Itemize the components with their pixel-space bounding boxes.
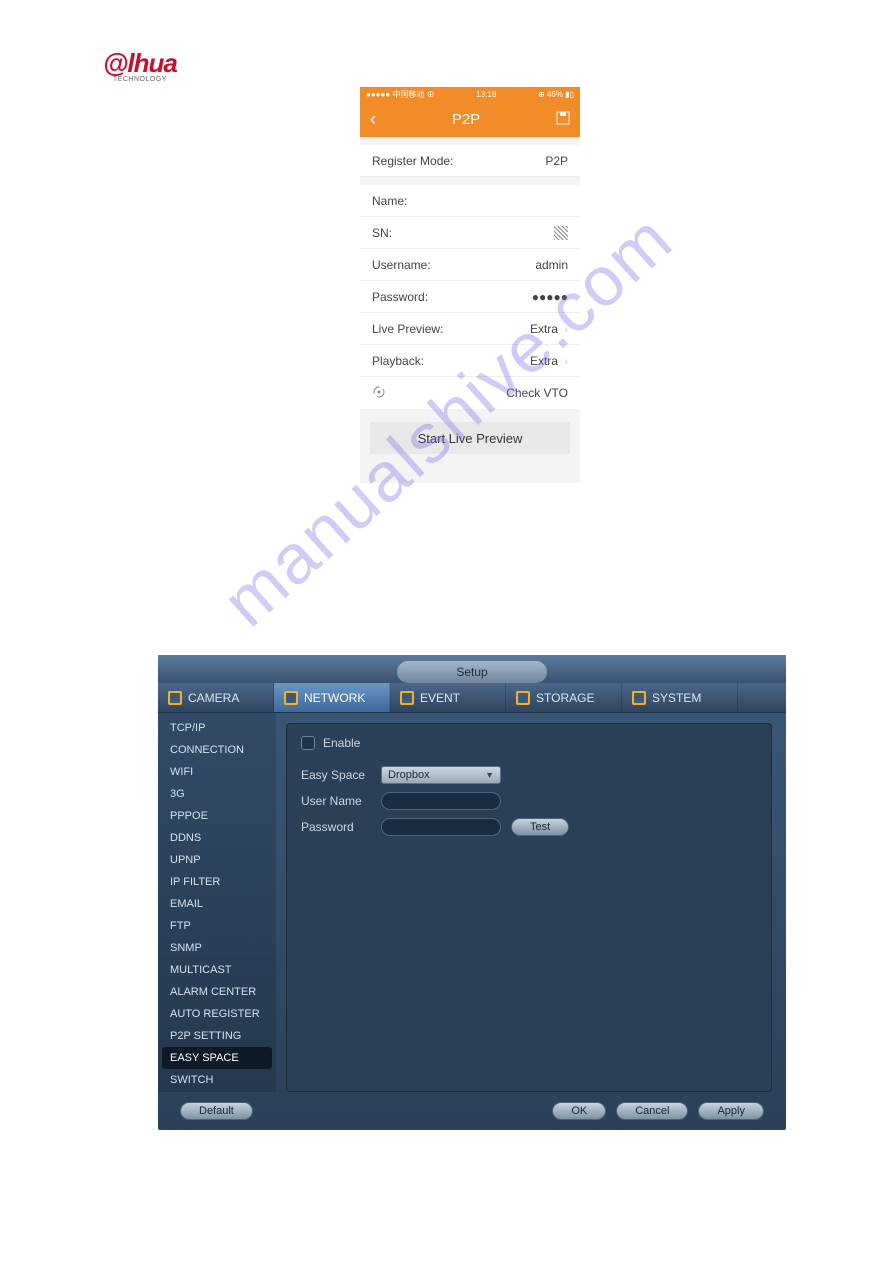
back-icon[interactable]: ‹: [370, 109, 376, 130]
sidebar-item-3g[interactable]: 3G: [158, 783, 276, 805]
nav-storage[interactable]: STORAGE: [506, 683, 622, 712]
nav-network-label: NETWORK: [304, 691, 365, 705]
chevron-right-icon: ›: [564, 324, 568, 336]
password-web-label: Password: [301, 820, 371, 834]
brand-logo-sub: TECHNOLOGY: [113, 76, 167, 83]
web-ui-screenshot: Setup CAMERA NETWORK EVENT STORAGE SYSTE…: [158, 655, 786, 1130]
sidebar-item-autoregister[interactable]: AUTO REGISTER: [158, 1003, 276, 1025]
apply-button[interactable]: Apply: [698, 1102, 764, 1120]
sidebar-item-email[interactable]: EMAIL: [158, 893, 276, 915]
check-vto-value: Check VTO: [506, 386, 568, 400]
chevron-down-icon: ▼: [485, 770, 494, 780]
tab-setup[interactable]: Setup: [397, 661, 547, 683]
start-live-preview-button[interactable]: Start Live Preview: [370, 422, 570, 454]
test-button[interactable]: Test: [511, 818, 569, 836]
nav-camera-label: CAMERA: [188, 691, 239, 705]
nav-camera[interactable]: CAMERA: [158, 683, 274, 712]
ok-button[interactable]: OK: [552, 1102, 606, 1120]
sidebar-item-upnp[interactable]: UPNP: [158, 849, 276, 871]
row-password[interactable]: Password: ●●●●●: [360, 281, 580, 313]
easy-space-value: Dropbox: [388, 769, 430, 781]
footer-buttons: Default OK Cancel Apply: [158, 1092, 786, 1130]
nav-system[interactable]: SYSTEM: [622, 683, 738, 712]
camera-icon: [168, 691, 182, 705]
live-preview-value: Extra: [530, 322, 558, 336]
sidebar-item-multicast[interactable]: MULTICAST: [158, 959, 276, 981]
row-check-vto[interactable]: Check VTO: [360, 377, 580, 409]
password-value: ●●●●●: [532, 290, 568, 304]
live-preview-label: Live Preview:: [372, 322, 443, 336]
sidebar-item-alarmcenter[interactable]: ALARM CENTER: [158, 981, 276, 1003]
sidebar-item-ftp[interactable]: FTP: [158, 915, 276, 937]
brand-logo-at: @: [103, 48, 127, 78]
sidebar-item-pppoe[interactable]: PPPOE: [158, 805, 276, 827]
nav-network[interactable]: NETWORK: [274, 683, 390, 712]
user-name-input[interactable]: [381, 792, 501, 810]
phone-title: P2P: [452, 111, 480, 128]
nav-storage-label: STORAGE: [536, 691, 594, 705]
sidebar-item-ipfilter[interactable]: IP FILTER: [158, 871, 276, 893]
phone-header: ‹ P2P: [360, 101, 580, 137]
event-icon: [400, 691, 414, 705]
register-mode-label: Register Mode:: [372, 154, 453, 168]
sidebar-item-switch[interactable]: SWITCH: [158, 1069, 276, 1091]
sidebar-item-connection[interactable]: CONNECTION: [158, 739, 276, 761]
default-button[interactable]: Default: [180, 1102, 253, 1120]
username-label: Username:: [372, 258, 431, 272]
web-topbar: Setup: [158, 655, 786, 683]
storage-icon: [516, 691, 530, 705]
qr-icon[interactable]: [554, 226, 568, 240]
register-mode-value: P2P: [545, 154, 568, 168]
sidebar-item-wifi[interactable]: WIFI: [158, 761, 276, 783]
sync-icon: [372, 385, 386, 402]
brand-logo: @lhua TECHNOLOGY: [103, 50, 177, 83]
nav-event[interactable]: EVENT: [390, 683, 506, 712]
sidebar: TCP/IP CONNECTION WIFI 3G PPPOE DDNS UPN…: [158, 713, 276, 1092]
enable-label: Enable: [323, 736, 360, 750]
playback-label: Playback:: [372, 354, 424, 368]
row-live-preview[interactable]: Live Preview: Extra ›: [360, 313, 580, 345]
brand-logo-text: lhua: [127, 48, 176, 78]
row-username[interactable]: Username: admin: [360, 249, 580, 281]
status-right: ⊕ 46% ▮▯: [538, 90, 574, 99]
save-icon[interactable]: [556, 111, 570, 128]
cancel-button[interactable]: Cancel: [616, 1102, 688, 1120]
status-left: ●●●●● 中国移动 ⊕: [366, 89, 435, 100]
password-label: Password:: [372, 290, 428, 304]
status-time: 13:18: [476, 90, 496, 99]
row-sn[interactable]: SN:: [360, 217, 580, 249]
playback-value: Extra: [530, 354, 558, 368]
sidebar-item-snmp[interactable]: SNMP: [158, 937, 276, 959]
easy-space-label: Easy Space: [301, 768, 371, 782]
sidebar-item-tcpip[interactable]: TCP/IP: [158, 717, 276, 739]
name-label: Name:: [372, 194, 407, 208]
chevron-right-icon: ›: [564, 356, 568, 368]
username-value: admin: [535, 258, 568, 272]
phone-statusbar: ●●●●● 中国移动 ⊕ 13:18 ⊕ 46% ▮▯: [360, 87, 580, 101]
easy-space-dropdown[interactable]: Dropbox ▼: [381, 766, 501, 784]
row-playback[interactable]: Playback: Extra ›: [360, 345, 580, 377]
brand-logo-main: @lhua: [103, 50, 177, 76]
main-nav: CAMERA NETWORK EVENT STORAGE SYSTEM: [158, 683, 786, 713]
sidebar-item-ddns[interactable]: DDNS: [158, 827, 276, 849]
system-icon: [632, 691, 646, 705]
sn-label: SN:: [372, 226, 392, 240]
phone-screenshot: ●●●●● 中国移动 ⊕ 13:18 ⊕ 46% ▮▯ ‹ P2P Regist…: [360, 87, 580, 483]
password-web-input[interactable]: [381, 818, 501, 836]
nav-event-label: EVENT: [420, 691, 460, 705]
network-icon: [284, 691, 298, 705]
row-name[interactable]: Name:: [360, 185, 580, 217]
sidebar-item-p2psetting[interactable]: P2P SETTING: [158, 1025, 276, 1047]
row-register-mode[interactable]: Register Mode: P2P: [360, 145, 580, 177]
user-name-label: User Name: [301, 794, 371, 808]
main-panel: Enable Easy Space Dropbox ▼ User Name Pa…: [286, 723, 772, 1092]
nav-system-label: SYSTEM: [652, 691, 701, 705]
enable-checkbox[interactable]: [301, 736, 315, 750]
sidebar-item-easyspace[interactable]: EASY SPACE: [162, 1047, 272, 1069]
